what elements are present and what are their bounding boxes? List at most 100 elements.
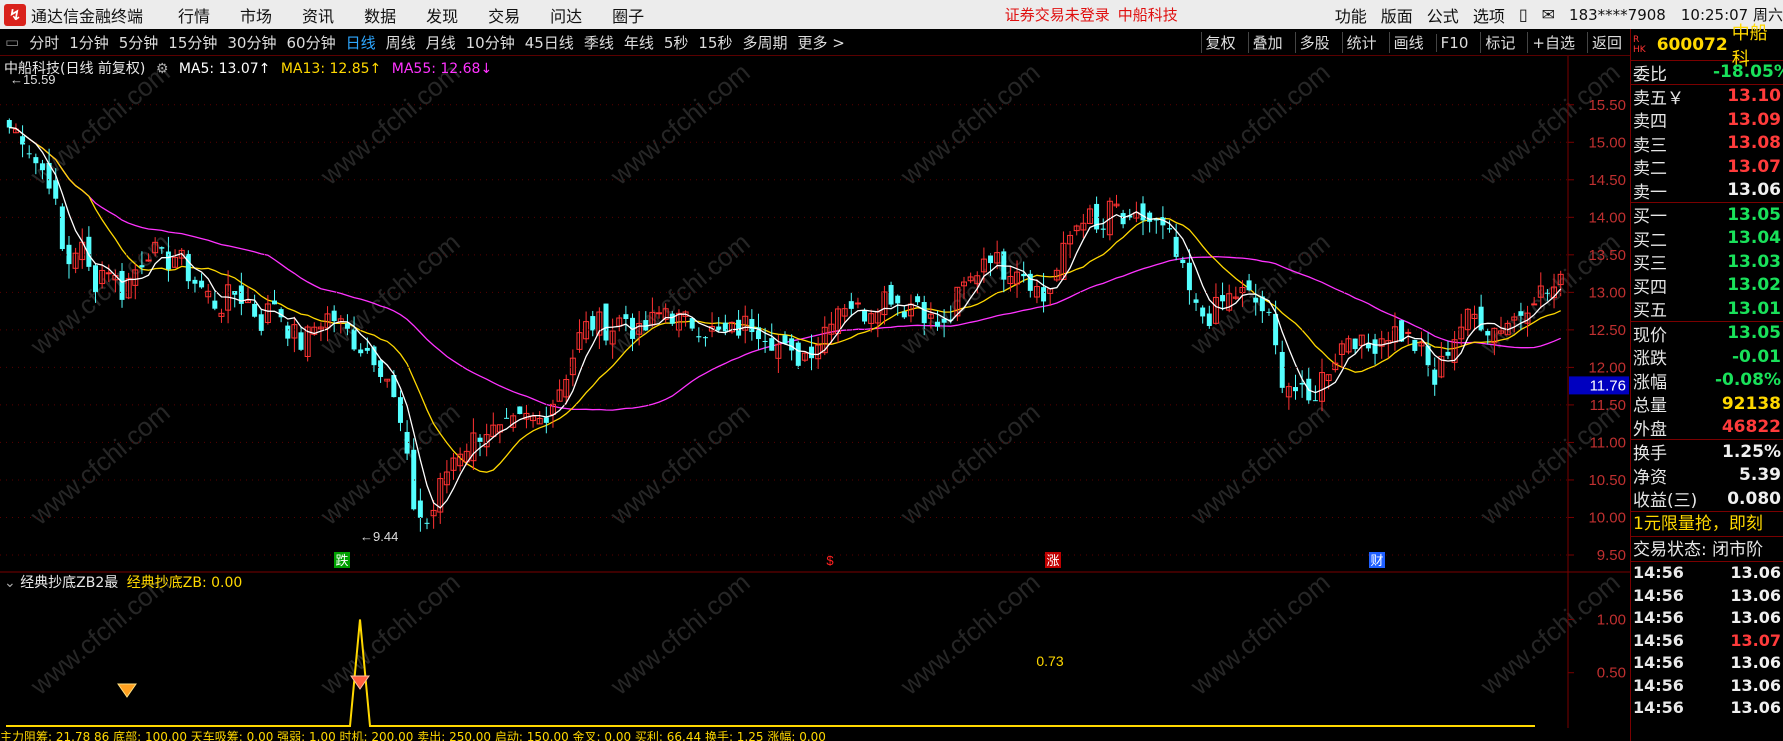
menu-item-news[interactable]: 资讯: [302, 3, 334, 27]
bid-price: 13.04: [1727, 228, 1781, 249]
y-tick-label: 14.50: [1588, 172, 1626, 189]
candle-body: [145, 259, 152, 262]
period-tab[interactable]: 季线: [584, 32, 614, 53]
period-tab[interactable]: 30分钟: [227, 32, 276, 53]
period-tab[interactable]: 15分钟: [168, 32, 217, 53]
weibi-label: 委比: [1633, 64, 1667, 85]
candle-body: [590, 316, 596, 331]
settings-icon[interactable]: ⚙: [156, 61, 169, 77]
period-tab[interactable]: 60分钟: [286, 32, 335, 53]
tool-overlay[interactable]: 叠加: [1247, 32, 1287, 53]
ask-row-4[interactable]: 卖四 13.09: [1631, 108, 1783, 133]
promo-banner[interactable]: 1元限量抢，即刻: [1631, 510, 1783, 536]
tool-adjust[interactable]: 复权: [1200, 32, 1240, 53]
menu-options[interactable]: 选项: [1473, 3, 1505, 27]
menu-item-data[interactable]: 数据: [364, 3, 396, 27]
menu-layout[interactable]: 版面: [1381, 3, 1413, 27]
y-tick-label: 9.50: [1597, 547, 1626, 564]
menu-item-quotes[interactable]: 行情: [178, 3, 210, 27]
watermark-text: www.cfchi.com: [1184, 397, 1336, 531]
phone-icon[interactable]: ▯: [1519, 5, 1528, 24]
y-tick-label: 10.00: [1588, 509, 1626, 526]
period-tab[interactable]: 5分钟: [119, 32, 159, 53]
indicator-dropdown-icon[interactable]: ⌄: [4, 575, 16, 591]
period-tab-active[interactable]: 日线: [346, 32, 376, 53]
indicator-peak-value: 0.73: [1036, 653, 1063, 669]
ask-row-1[interactable]: 卖一 13.06: [1631, 179, 1783, 203]
period-tab[interactable]: 月线: [426, 32, 456, 53]
menu-item-discover[interactable]: 发现: [426, 3, 458, 27]
user-account[interactable]: 183****7908: [1569, 6, 1666, 24]
login-notice[interactable]: 证券交易未登录: [1005, 4, 1110, 25]
mail-icon[interactable]: ✉: [1542, 5, 1555, 24]
stat-row: 涨幅 -0.08%: [1631, 369, 1783, 393]
menu-item-circle[interactable]: 圈子: [612, 3, 644, 27]
bid-row-1[interactable]: 买一 13.05: [1631, 203, 1783, 228]
kline-chart[interactable]: www.cfchi.com www.cfchi.com www.cfchi.com w…: [0, 56, 1630, 728]
stat-value: 13.05: [1727, 323, 1781, 344]
period-tab[interactable]: 年线: [624, 32, 654, 53]
indicator-line: [6, 619, 1535, 727]
tool-stats[interactable]: 统计: [1341, 32, 1381, 53]
price-axis: 15.50 15.00 14.50 14.00 13.50 13.00 12.50 12.00…: [0, 72, 1629, 564]
stat-label: 净资: [1633, 467, 1667, 488]
tool-back[interactable]: 返回: [1586, 32, 1626, 53]
candle-body: [1544, 292, 1550, 294]
candle-body: [1100, 228, 1106, 230]
menu-formula[interactable]: 公式: [1427, 3, 1459, 27]
stat-row: 现价 13.05: [1631, 322, 1783, 346]
tool-mark[interactable]: 标记: [1480, 32, 1519, 53]
tick-time: 14:56: [1633, 698, 1684, 718]
period-tab[interactable]: 5秒: [664, 32, 689, 53]
period-tab[interactable]: 10分钟: [466, 32, 515, 53]
bid-row-4[interactable]: 买四 13.02: [1631, 274, 1783, 298]
indicator-name[interactable]: 经典抄底ZB2最: [20, 575, 118, 591]
y-tick-label: 12.00: [1588, 359, 1626, 376]
period-tab[interactable]: 分时: [29, 32, 59, 53]
bid-price: 13.05: [1727, 204, 1781, 225]
period-tab[interactable]: 1分钟: [69, 32, 109, 53]
candle-body: [603, 303, 609, 341]
stock-notice: 中船科技: [1117, 6, 1178, 24]
menu-function[interactable]: 功能: [1335, 3, 1367, 27]
candle-body: [769, 338, 775, 351]
period-more[interactable]: 更多 >: [798, 32, 845, 53]
candle-body: [331, 310, 337, 322]
menu-bar: ↯ 通达信金融终端 行情 市场 资讯 数据 发现 交易 问达 圈子 证券交易未登…: [0, 0, 1783, 29]
menu-item-ask[interactable]: 问达: [550, 3, 582, 27]
ask-row-3[interactable]: 卖三 13.08: [1631, 132, 1783, 156]
period-tab[interactable]: 15秒: [698, 32, 732, 53]
candle-body: [1120, 213, 1126, 225]
candle-body: [736, 319, 742, 336]
weibi-row: 委比 -18.05%: [1631, 61, 1783, 85]
candle-body: [26, 153, 32, 155]
menu-item-market[interactable]: 市场: [240, 3, 272, 27]
tool-add-watch[interactable]: +自选: [1527, 32, 1579, 53]
menu-item-trade[interactable]: 交易: [488, 3, 520, 27]
tick-price: 13.07: [1730, 630, 1781, 650]
candle-body: [59, 206, 65, 250]
period-tab[interactable]: 周线: [386, 32, 416, 53]
y-tick-label: 15.00: [1588, 134, 1626, 151]
period-tab[interactable]: 45日线: [525, 32, 574, 53]
ind-y-tick-label: 1.00: [1597, 611, 1626, 628]
candle-body: [411, 449, 417, 510]
candle-body: [1266, 311, 1272, 313]
stat-label: 外盘: [1633, 419, 1667, 440]
tool-draw[interactable]: 画线: [1388, 32, 1428, 53]
tool-multi[interactable]: 多股: [1294, 32, 1334, 53]
period-tab[interactable]: 多周期: [742, 32, 787, 53]
candle-body: [252, 303, 258, 317]
tool-f10[interactable]: F10: [1435, 33, 1473, 52]
ask-row-2[interactable]: 卖二 13.07: [1631, 155, 1783, 180]
sidebar-toggle-icon[interactable]: ▭: [5, 33, 19, 51]
ask-row-5[interactable]: 卖五￥ 13.10: [1631, 85, 1783, 109]
candle-body: [1147, 212, 1153, 222]
bid-row-2[interactable]: 买二 13.04: [1631, 227, 1783, 251]
tick-row: 14:56 13.07: [1631, 629, 1783, 652]
tick-row: 14:56 13.06: [1631, 562, 1783, 585]
bid-row-5[interactable]: 买五 13.01: [1631, 297, 1783, 322]
bid-row-3[interactable]: 买三 13.03: [1631, 250, 1783, 275]
candle-body: [669, 313, 675, 324]
ma5-line: [9, 126, 1562, 509]
